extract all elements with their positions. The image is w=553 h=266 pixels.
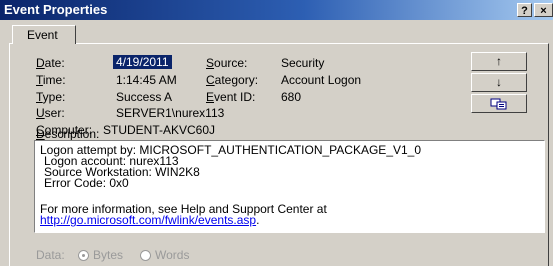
event-id-label: Event ID:	[206, 90, 256, 104]
next-event-button[interactable]: ↓	[471, 73, 527, 92]
description-line: Error Code: 0x0	[44, 176, 129, 190]
source-label: Source:	[206, 56, 248, 70]
arrow-down-icon: ↓	[496, 75, 502, 89]
help-link[interactable]: http://go.microsoft.com/fwlink/events.as…	[40, 213, 256, 227]
user-label: User:	[36, 106, 65, 120]
link-period: .	[256, 213, 260, 227]
description-label: Description:	[36, 127, 100, 141]
date-label: Date:	[36, 56, 65, 70]
tab-event-label: Event	[27, 28, 58, 42]
help-button[interactable]: ?	[517, 3, 532, 17]
tab-event[interactable]: Event	[12, 25, 76, 44]
category-label: Category:	[206, 73, 259, 87]
category-value: Account Logon	[281, 73, 362, 87]
event-properties-window: Event Properties ? × Event Date: 4/19/20…	[0, 0, 553, 266]
help-link-line: http://go.microsoft.com/fwlink/events.as…	[40, 214, 259, 226]
date-value[interactable]: 4/19/2011	[113, 55, 172, 69]
title-bar[interactable]: Event Properties ? ×	[0, 0, 553, 20]
arrow-up-icon: ↑	[496, 54, 502, 68]
words-radio[interactable]	[140, 250, 151, 261]
copy-button[interactable]	[471, 94, 527, 113]
window-title: Event Properties	[4, 2, 108, 17]
bytes-radio[interactable]	[78, 250, 89, 261]
type-label: Type:	[36, 90, 66, 104]
description-textbox[interactable]: Logon attempt by: MICROSOFT_AUTHENTICATI…	[34, 140, 545, 233]
bytes-label[interactable]: Bytes	[93, 248, 123, 262]
time-value: 1:14:45 AM	[116, 73, 177, 87]
computer-value: STUDENT-AKVC60J	[103, 123, 216, 137]
data-label: Data:	[36, 248, 65, 262]
previous-event-button[interactable]: ↑	[471, 52, 527, 71]
close-button[interactable]: ×	[534, 3, 553, 17]
type-value: Success A	[116, 90, 173, 104]
user-value: SERVER1\nurex113	[116, 106, 225, 120]
source-value: Security	[281, 56, 325, 70]
copy-icon	[490, 98, 507, 110]
time-label: Time:	[36, 73, 66, 87]
event-id-value: 680	[281, 90, 302, 104]
words-label[interactable]: Words	[155, 248, 189, 262]
